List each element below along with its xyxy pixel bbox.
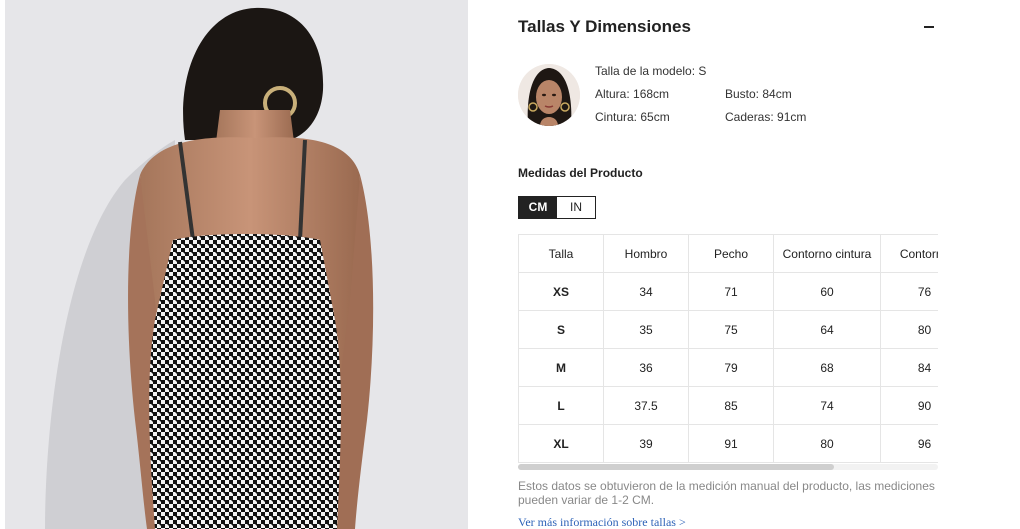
more-size-info-link[interactable]: Ver más información sobre tallas > xyxy=(518,515,686,529)
section-title: Tallas Y Dimensiones xyxy=(518,17,691,36)
size-cell: L xyxy=(518,386,604,425)
table-cell: 60 xyxy=(773,272,881,311)
measurements-title: Medidas del Producto xyxy=(518,166,643,180)
table-row: M 36 79 68 84 xyxy=(518,348,938,387)
table-cell: 64 xyxy=(773,310,881,349)
measurement-note: Estos datos se obtuvieron de la medición… xyxy=(518,479,935,507)
table-cell: 36 xyxy=(603,348,689,387)
scrollbar-thumb[interactable] xyxy=(518,464,834,470)
size-cell: S xyxy=(518,310,604,349)
header-contorno: Contorno xyxy=(880,234,938,273)
size-table-container[interactable]: Talla Hombro Pecho Contorno cintura Cont… xyxy=(518,234,938,464)
model-avatar xyxy=(518,64,580,126)
table-cell: 75 xyxy=(688,310,774,349)
header-hombro: Hombro xyxy=(603,234,689,273)
table-scrollbar[interactable] xyxy=(518,464,938,470)
model-height: Altura: 168cm xyxy=(595,87,670,101)
product-image xyxy=(5,0,468,529)
table-cell: 84 xyxy=(880,348,938,387)
header-pecho: Pecho xyxy=(688,234,774,273)
table-cell: 91 xyxy=(688,424,774,463)
table-cell: 39 xyxy=(603,424,689,463)
table-cell: 74 xyxy=(773,386,881,425)
size-table: Talla Hombro Pecho Contorno cintura Cont… xyxy=(518,234,938,463)
size-cell: XL xyxy=(518,424,604,463)
table-row: XL 39 91 80 96 xyxy=(518,424,938,463)
size-cell: XS xyxy=(518,272,604,311)
table-row: L 37.5 85 74 90 xyxy=(518,386,938,425)
table-row: S 35 75 64 80 xyxy=(518,310,938,349)
size-cell: M xyxy=(518,348,604,387)
table-row: XS 34 71 60 76 xyxy=(518,272,938,311)
header-talla: Talla xyxy=(518,234,604,273)
model-size: Talla de la modelo: S xyxy=(595,64,707,78)
table-cell: 76 xyxy=(880,272,938,311)
unit-in-button[interactable]: IN xyxy=(557,197,595,218)
table-cell: 34 xyxy=(603,272,689,311)
model-waist: Cintura: 65cm xyxy=(595,110,670,124)
table-header-row: Talla Hombro Pecho Contorno cintura Cont… xyxy=(518,234,938,273)
model-bust: Busto: 84cm xyxy=(725,87,792,101)
minus-icon[interactable] xyxy=(922,14,938,38)
table-cell: 71 xyxy=(688,272,774,311)
unit-cm-button[interactable]: CM xyxy=(519,197,557,218)
table-cell: 85 xyxy=(688,386,774,425)
size-panel: Tallas Y Dimensiones Talla de la modelo:… xyxy=(518,0,938,529)
table-cell: 90 xyxy=(880,386,938,425)
unit-toggle: CM IN xyxy=(518,196,596,219)
table-cell: 80 xyxy=(880,310,938,349)
table-cell: 35 xyxy=(603,310,689,349)
header-contorno-cintura: Contorno cintura xyxy=(773,234,881,273)
table-cell: 96 xyxy=(880,424,938,463)
table-cell: 68 xyxy=(773,348,881,387)
table-cell: 80 xyxy=(773,424,881,463)
model-hips: Caderas: 91cm xyxy=(725,110,807,124)
table-cell: 37.5 xyxy=(603,386,689,425)
table-cell: 79 xyxy=(688,348,774,387)
